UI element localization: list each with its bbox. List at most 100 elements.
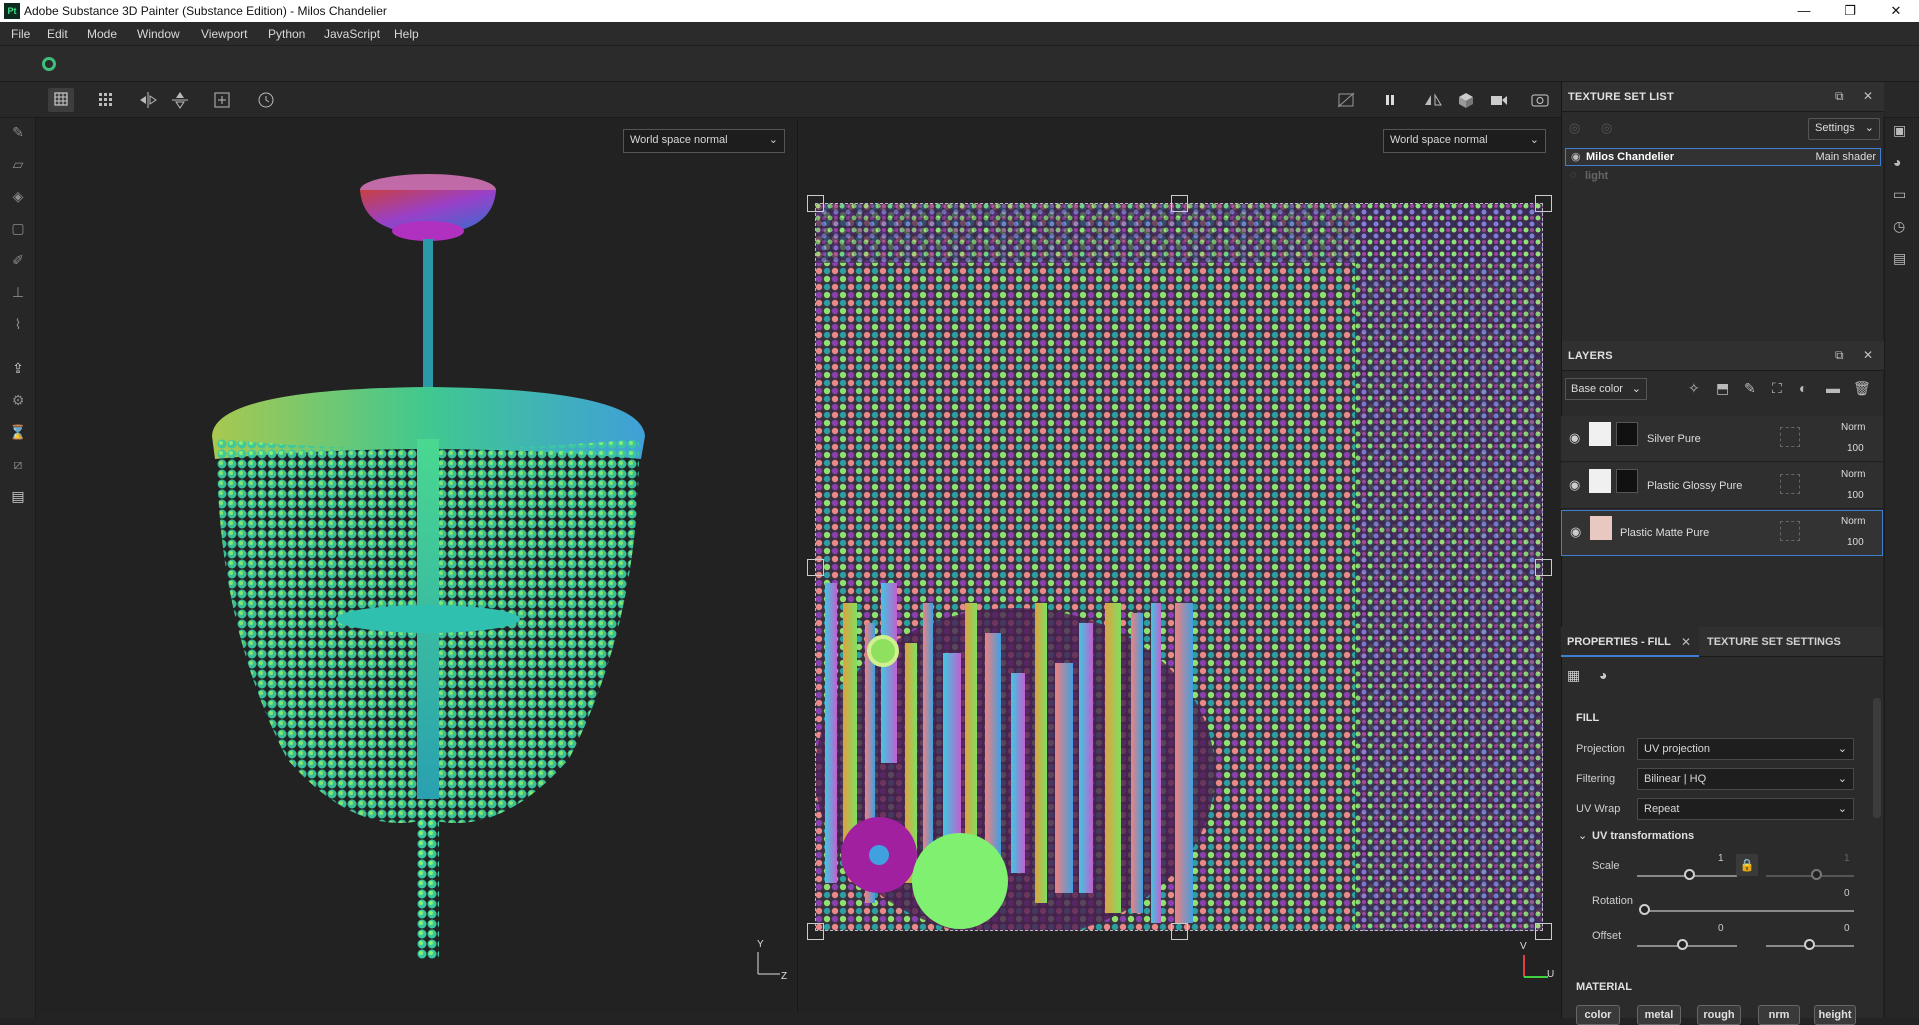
layer-blend-mode[interactable]: Norm: [1841, 469, 1865, 480]
properties-scrollbar[interactable]: [1873, 698, 1881, 818]
material-chip-height[interactable]: height: [1814, 1005, 1856, 1025]
shader-settings-icon[interactable]: ◕: [1893, 154, 1901, 170]
transform-handle-bl[interactable]: [807, 923, 824, 940]
add-mask-icon[interactable]: ⬒: [1716, 380, 1729, 397]
add-smart-material-icon[interactable]: ◐: [1799, 380, 1807, 396]
history-icon[interactable]: ◷: [1893, 218, 1905, 235]
filtering-dropdown[interactable]: Bilinear | HQ ⌄: [1637, 768, 1854, 790]
offset-v-slider-knob[interactable]: [1804, 939, 1815, 950]
paint-brush-icon[interactable]: ✎: [8, 122, 28, 142]
color-picker-icon[interactable]: ⌇: [8, 314, 28, 334]
transform-handle-b[interactable]: [1171, 923, 1188, 940]
close-window-button[interactable]: ✕: [1873, 0, 1919, 22]
lock-icon[interactable]: 🔒: [1736, 854, 1758, 876]
mirror-y-icon[interactable]: [167, 88, 193, 112]
texture-set-shader[interactable]: Main shader: [1815, 151, 1876, 163]
add-paint-layer-icon[interactable]: ✎: [1744, 380, 1756, 397]
material-chip-rough[interactable]: rough: [1697, 1005, 1741, 1025]
minimize-button[interactable]: —: [1781, 0, 1827, 22]
cube-icon[interactable]: [1453, 88, 1479, 112]
restore-button[interactable]: ❐: [1827, 0, 1873, 22]
layer-row-silver-pure[interactable]: ◉ Silver Pure Norm 100: [1561, 416, 1883, 462]
offset-v-value[interactable]: 0: [1844, 923, 1850, 934]
viewport-2d[interactable]: World space normal ⌄ V U: [797, 119, 1560, 1013]
clone-stamp-icon[interactable]: ⊥: [8, 282, 28, 302]
transform-handle-t[interactable]: [1171, 195, 1188, 212]
undock-icon[interactable]: ⧉: [1835, 89, 1844, 104]
scale-slider-knob[interactable]: [1684, 869, 1695, 880]
geometry-mask-icon[interactable]: ▢: [8, 218, 28, 238]
uvwrap-dropdown[interactable]: Repeat ⌄: [1637, 798, 1854, 820]
scale-v-slider-knob[interactable]: [1811, 869, 1822, 880]
layer-opacity[interactable]: 100: [1847, 490, 1864, 501]
layer-blend-mode[interactable]: Norm: [1841, 516, 1865, 527]
material-chip-metal[interactable]: metal: [1637, 1005, 1681, 1025]
transform-handle-tl[interactable]: [807, 195, 824, 212]
history-icon[interactable]: [253, 88, 279, 112]
layer-opacity[interactable]: 100: [1847, 443, 1864, 454]
settings-dropdown[interactable]: Settings ⌄: [1808, 118, 1880, 140]
rotation-slider-track[interactable]: [1640, 910, 1854, 912]
tab-properties-fill[interactable]: PROPERTIES - FILL ✕: [1561, 627, 1699, 657]
menu-viewport[interactable]: Viewport: [201, 27, 247, 41]
settings-icon[interactable]: ⚙: [8, 390, 28, 410]
menu-mode[interactable]: Mode: [87, 27, 117, 41]
viewport2d-channel-dropdown[interactable]: World space normal ⌄: [1383, 129, 1546, 153]
split-view-icon[interactable]: [1420, 88, 1446, 112]
mirror-x-icon[interactable]: [135, 88, 161, 112]
uv-tool-icon[interactable]: ⧄: [8, 454, 28, 474]
uv-selection-frame[interactable]: [815, 203, 1543, 931]
show-all-icon[interactable]: ◎: [1601, 120, 1612, 136]
add-effect-icon[interactable]: ✧: [1688, 380, 1700, 397]
fit-screen-icon[interactable]: [209, 88, 235, 112]
eye-icon[interactable]: ◉: [1571, 150, 1581, 163]
export-icon[interactable]: ⇪: [8, 358, 28, 378]
screenshot-icon[interactable]: [1527, 88, 1553, 112]
transform-handle-r[interactable]: [1535, 559, 1552, 576]
transform-handle-tr[interactable]: [1535, 195, 1552, 212]
transform-handle-l[interactable]: [807, 559, 824, 576]
shelf-icon[interactable]: ▭: [1893, 186, 1906, 203]
material-chip-nrm[interactable]: nrm: [1758, 1005, 1800, 1025]
projection-dropdown[interactable]: UV projection ⌄: [1637, 738, 1854, 760]
layer-blend-mode[interactable]: Norm: [1841, 422, 1865, 433]
pause-icon[interactable]: [1377, 88, 1403, 112]
add-fill-layer-icon[interactable]: ⛶: [1772, 380, 1782, 397]
close-icon[interactable]: ✕: [1681, 635, 1691, 649]
close-icon[interactable]: ✕: [1863, 348, 1873, 362]
eye-icon[interactable]: ◉: [1570, 524, 1581, 540]
chevron-down-icon[interactable]: ⌄: [1578, 829, 1587, 842]
eye-icon[interactable]: ◉: [1569, 430, 1580, 446]
material-ball-icon[interactable]: ◕: [1599, 667, 1617, 685]
scale-value[interactable]: 1: [1718, 853, 1724, 864]
grid-view-icon[interactable]: [93, 88, 119, 112]
sync-status-icon[interactable]: [42, 57, 56, 71]
add-folder-icon[interactable]: ▬: [1826, 380, 1840, 396]
tab-texture-set-settings[interactable]: TEXTURE SET SETTINGS: [1699, 627, 1841, 657]
menu-help[interactable]: Help: [394, 27, 419, 41]
delete-layer-icon[interactable]: 🗑: [1853, 380, 1871, 397]
display-settings-icon[interactable]: ▣: [1893, 122, 1906, 139]
layer-mask-thumbnail[interactable]: [1616, 469, 1638, 493]
close-icon[interactable]: ✕: [1863, 89, 1873, 103]
material-chip-color[interactable]: color: [1576, 1005, 1620, 1025]
rotation-value[interactable]: 0: [1844, 888, 1850, 899]
single-view-button[interactable]: [48, 88, 74, 112]
viewport-3d[interactable]: World space normal ⌄ Y Z: [37, 119, 795, 1013]
menu-file[interactable]: File: [11, 27, 30, 41]
layer-opacity[interactable]: 100: [1847, 537, 1864, 548]
smudge-icon[interactable]: ✐: [8, 250, 28, 270]
eye-icon[interactable]: ◌: [1570, 169, 1577, 181]
texture-set-item-main[interactable]: ◉ Milos Chandelier Main shader: [1565, 148, 1881, 166]
hide-ui-icon[interactable]: [1333, 88, 1359, 112]
layers-channel-dropdown[interactable]: Base color ⌄: [1565, 378, 1647, 400]
layer-row-plastic-matte-pure[interactable]: ◉ Plastic Matte Pure Norm 100: [1561, 510, 1883, 556]
offset-u-slider-knob[interactable]: [1677, 939, 1688, 950]
bake-icon[interactable]: ⌛: [8, 422, 28, 442]
uv-transformations-title[interactable]: UV transformations: [1592, 830, 1694, 842]
transform-handle-br[interactable]: [1535, 923, 1552, 940]
eye-icon[interactable]: ◉: [1569, 477, 1580, 493]
menu-edit[interactable]: Edit: [47, 27, 68, 41]
layer-mask-thumbnail[interactable]: [1616, 422, 1638, 446]
projection-icon[interactable]: ◈: [8, 186, 28, 206]
